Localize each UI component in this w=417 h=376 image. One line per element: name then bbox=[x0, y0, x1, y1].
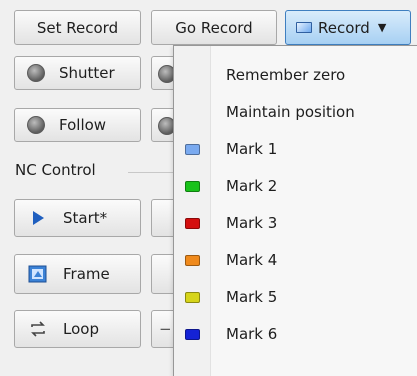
menu-item-label: Mark 6 bbox=[226, 325, 278, 343]
loop-label: Loop bbox=[63, 320, 99, 338]
frame-button[interactable]: Frame bbox=[14, 254, 141, 294]
start-label: Start* bbox=[63, 209, 108, 227]
menu-item-label: Mark 5 bbox=[226, 288, 278, 306]
mark-6-color-icon bbox=[184, 328, 200, 340]
menu-item-label: Mark 2 bbox=[226, 177, 278, 195]
menu-item-label: Mark 4 bbox=[226, 251, 278, 269]
record-dropdown-button[interactable]: Record ▼ bbox=[285, 10, 411, 45]
menu-item-mark-2[interactable]: Mark 2 bbox=[174, 168, 417, 204]
follow-label: Follow bbox=[59, 116, 107, 134]
section-divider bbox=[128, 172, 174, 173]
menu-item-mark-4[interactable]: Mark 4 bbox=[174, 242, 417, 278]
menu-item-label: Maintain position bbox=[226, 103, 355, 121]
go-record-button[interactable]: Go Record bbox=[151, 10, 277, 45]
menu-item-mark-3[interactable]: Mark 3 bbox=[174, 205, 417, 241]
menu-item-remember-zero[interactable]: Remember zero bbox=[174, 57, 417, 93]
frame-label: Frame bbox=[63, 265, 110, 283]
chevron-down-icon: ▼ bbox=[377, 21, 387, 34]
mark-4-color-icon bbox=[184, 254, 200, 266]
record-icon bbox=[296, 22, 312, 33]
play-arrow-icon bbox=[27, 207, 49, 229]
menu-item-label: Mark 3 bbox=[226, 214, 278, 232]
set-record-label: Set Record bbox=[36, 18, 119, 37]
loop-button[interactable]: Loop bbox=[14, 310, 141, 348]
frame-icon bbox=[27, 263, 49, 285]
dash-icon: − bbox=[159, 320, 172, 338]
nc-control-section-label: NC Control bbox=[15, 161, 96, 179]
menu-item-label: Mark 1 bbox=[226, 140, 278, 158]
go-record-label: Go Record bbox=[175, 18, 253, 37]
menu-item-mark-5[interactable]: Mark 5 bbox=[174, 279, 417, 315]
led-indicator-icon bbox=[27, 64, 45, 82]
menu-item-mark-6[interactable]: Mark 6 bbox=[174, 316, 417, 352]
menu-item-maintain-position[interactable]: Maintain position bbox=[174, 94, 417, 130]
record-label: Record bbox=[318, 18, 370, 37]
shutter-label: Shutter bbox=[59, 64, 115, 82]
start-button[interactable]: Start* bbox=[14, 199, 141, 237]
led-indicator-icon bbox=[27, 116, 45, 134]
mark-1-color-icon bbox=[184, 143, 200, 155]
follow-button[interactable]: Follow bbox=[14, 108, 141, 142]
mark-2-color-icon bbox=[184, 180, 200, 192]
mark-5-color-icon bbox=[184, 291, 200, 303]
set-record-button[interactable]: Set Record bbox=[14, 10, 141, 45]
menu-item-label: Remember zero bbox=[226, 66, 346, 84]
menu-item-mark-1[interactable]: Mark 1 bbox=[174, 131, 417, 167]
shutter-button[interactable]: Shutter bbox=[14, 56, 141, 90]
loop-icon bbox=[27, 318, 49, 340]
mark-3-color-icon bbox=[184, 217, 200, 229]
record-dropdown-menu: Remember zero Maintain position Mark 1 M… bbox=[173, 45, 417, 376]
